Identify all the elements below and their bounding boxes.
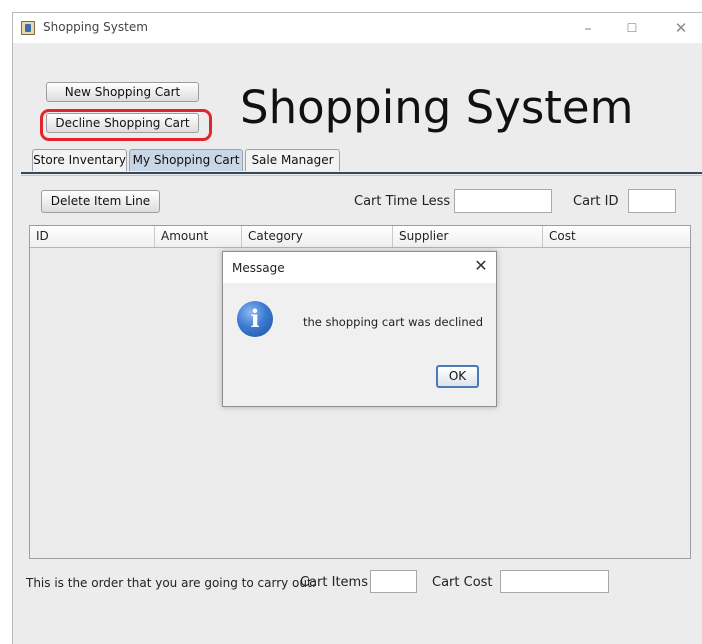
column-header-amount[interactable]: Amount (155, 226, 242, 247)
column-header-cost[interactable]: Cost (543, 226, 690, 247)
decline-shopping-cart-button[interactable]: Decline Shopping Cart (46, 113, 199, 133)
cart-items-field[interactable] (370, 570, 417, 593)
close-window-button[interactable]: ✕ (668, 17, 694, 39)
page-title: Shopping System (240, 81, 634, 134)
info-icon: i (237, 301, 273, 337)
java-app-icon (21, 21, 35, 35)
dialog-title: Message (232, 261, 285, 275)
tab-divider-light (21, 175, 702, 176)
tab-store-inventary[interactable]: Store Inventary (32, 149, 127, 171)
dialog-close-button[interactable]: ✕ (471, 256, 491, 275)
cart-cost-field[interactable] (500, 570, 609, 593)
cart-id-field[interactable] (628, 189, 676, 213)
window-title: Shopping System (43, 20, 148, 34)
ok-button[interactable]: OK (436, 365, 479, 388)
table-header: ID Amount Category Supplier Cost (30, 226, 690, 248)
app-window: Shopping System – ☐ ✕ New Shopping Cart … (12, 12, 702, 644)
maximize-button[interactable]: ☐ (619, 17, 645, 39)
cart-items-label: Cart Items (300, 575, 368, 590)
cart-time-label: Cart Time Less (354, 194, 451, 209)
column-header-id[interactable]: ID (30, 226, 155, 247)
order-description-label: This is the order that you are going to … (26, 576, 316, 590)
cart-time-field[interactable] (454, 189, 552, 213)
cart-id-label: Cart ID (573, 194, 619, 209)
minimize-button[interactable]: – (575, 17, 601, 39)
new-shopping-cart-button[interactable]: New Shopping Cart (46, 82, 199, 102)
title-bar: Shopping System – ☐ ✕ (13, 13, 702, 43)
column-header-category[interactable]: Category (242, 226, 393, 247)
tab-divider (21, 172, 702, 174)
dialog-message: the shopping cart was declined (303, 315, 483, 329)
cart-cost-label: Cart Cost (432, 575, 493, 590)
tab-sale-manager[interactable]: Sale Manager (245, 149, 340, 171)
column-header-supplier[interactable]: Supplier (393, 226, 543, 247)
delete-item-line-button[interactable]: Delete Item Line (41, 190, 160, 213)
dialog-title-bar: Message ✕ (223, 252, 496, 283)
message-dialog: Message ✕ i the shopping cart was declin… (222, 251, 497, 407)
tab-my-shopping-cart[interactable]: My Shopping Cart (129, 149, 243, 171)
